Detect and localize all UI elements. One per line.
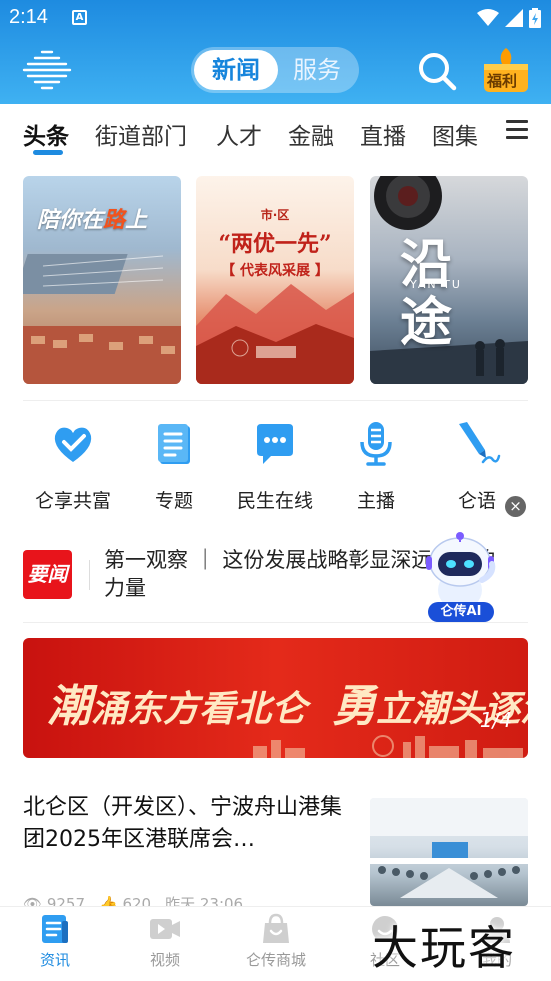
news-service-switch[interactable]: 新闻 服务 — [191, 47, 359, 93]
chat-bubble-icon — [257, 424, 293, 464]
article-title[interactable]: 北仑区（开发区）、宁波舟山港集团2025年区港联席会… — [23, 792, 353, 856]
tab-news[interactable]: 新闻 — [194, 50, 278, 90]
banner-accompany[interactable]: 陪你在路上 — [23, 176, 181, 384]
battery-icon — [529, 8, 541, 28]
tab-news-feed[interactable]: 资讯 — [10, 913, 100, 970]
document-icon — [158, 424, 190, 464]
wifi-icon — [477, 9, 499, 26]
banner-2-subtitle: 市·区 — [260, 208, 290, 222]
banner-along-the-way[interactable]: 沿途 YAN TU — [370, 176, 528, 384]
banner-1-title: 陪你在路上 — [37, 208, 148, 233]
video-icon — [150, 919, 180, 939]
carousel-slogan: 潮涌东方看北仑 勇立潮头逐浪高 — [47, 681, 528, 732]
welfare-label: 福利 — [487, 72, 518, 90]
heart-check-icon — [54, 427, 92, 462]
banner-excellence[interactable]: 市·区 “两优一先” 【 代表风采展 】 — [196, 176, 354, 384]
tab-mall[interactable]: 仑传商城 — [231, 913, 321, 970]
quick-access-livelihood[interactable]: 民生在线 — [225, 420, 325, 515]
shopping-bag-icon — [263, 913, 289, 943]
active-tab-indicator — [33, 150, 63, 155]
status-bar: 2:14 A — [0, 0, 551, 36]
tab-label: 资讯 — [39, 951, 70, 969]
banner-3-title: 沿途 — [400, 234, 453, 353]
news-icon — [42, 915, 68, 943]
tab-video[interactable]: 视频 — [120, 913, 210, 970]
category-tab-street-dept[interactable]: 街道部门 — [95, 117, 187, 151]
tab-label: 视频 — [149, 951, 180, 969]
header: 2:14 A 新闻 服务 福利 — [0, 0, 551, 104]
app-screen: 2:14 A 新闻 服务 福利 头条 街道部门 人才 金融 直播 图集 陪你在路… — [0, 0, 551, 981]
pen-icon — [459, 422, 501, 464]
quick-access-special-topic[interactable]: 专题 — [124, 420, 224, 515]
skyline-graphic — [253, 735, 523, 758]
tab-label: 仑传商城 — [245, 951, 306, 969]
microphone-icon — [360, 422, 392, 466]
divider — [23, 400, 528, 401]
system-icons — [477, 8, 541, 28]
category-tabs: 头条 街道部门 人才 金融 直播 图集 — [0, 104, 551, 160]
quick-access-label: 专题 — [154, 490, 193, 512]
close-icon[interactable]: × — [505, 496, 526, 517]
divider — [23, 622, 528, 623]
news-flash-badge: 要闻 — [23, 550, 72, 599]
promo-carousel[interactable]: 潮涌东方看北仑 勇立潮头逐浪高 1/4 — [23, 638, 528, 758]
category-tab-live[interactable]: 直播 — [360, 117, 406, 151]
divider — [89, 560, 90, 590]
meeting-room-image — [370, 798, 528, 898]
category-tab-finance[interactable]: 金融 — [288, 117, 334, 151]
quick-access-anchor[interactable]: 主播 — [326, 420, 426, 515]
tab-service[interactable]: 服务 — [278, 50, 356, 90]
ai-assistant-label[interactable]: 仑传AI — [428, 602, 494, 622]
category-tab-talent[interactable]: 人才 — [216, 117, 262, 151]
status-time: 2:14 — [9, 6, 48, 28]
notification-icon: A — [72, 10, 87, 25]
quick-access-label: 主播 — [356, 490, 395, 512]
quick-access-common-prosperity[interactable]: 仑享共富 — [23, 420, 123, 515]
quick-access-label: 仑享共富 — [34, 490, 111, 512]
category-tab-gallery[interactable]: 图集 — [432, 117, 478, 151]
search-icon[interactable] — [416, 50, 458, 92]
article-thumbnail[interactable] — [370, 798, 528, 906]
app-logo-icon[interactable] — [22, 48, 72, 92]
carousel-page-indicator: 1/4 — [479, 708, 512, 732]
signal-icon — [505, 9, 523, 27]
banner-2-title: “两优一先” — [218, 231, 332, 257]
banner-2-caption: 【 代表风采展 】 — [221, 263, 329, 279]
menu-icon[interactable] — [506, 120, 528, 140]
quick-access-label: 民生在线 — [236, 490, 313, 512]
watermark-text: 大玩客 — [372, 921, 516, 975]
banner-3-subtitle: YAN TU — [410, 278, 462, 291]
category-tab-headline[interactable]: 头条 — [23, 117, 69, 151]
